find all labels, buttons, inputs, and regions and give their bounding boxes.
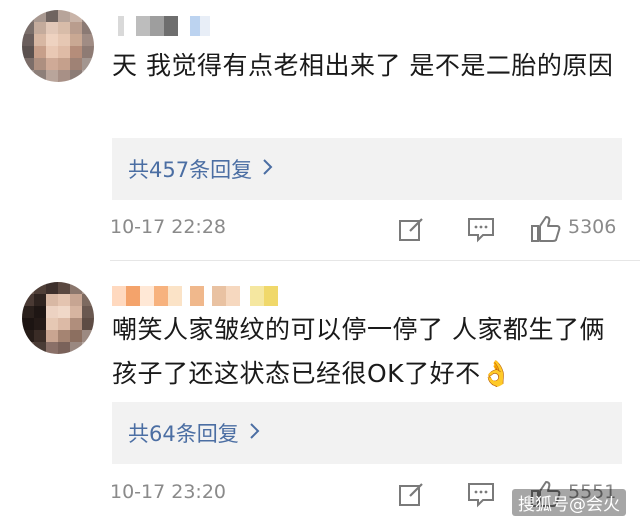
edit-icon[interactable] (396, 479, 426, 509)
view-replies-button[interactable]: 共64条回复 (112, 402, 622, 464)
username-mosaic[interactable] (112, 286, 278, 306)
avatar-mosaic (22, 282, 94, 354)
comment-meta: 10-17 22:28 5306 (110, 212, 630, 246)
comment-icon[interactable] (466, 479, 496, 509)
avatar[interactable] (22, 282, 94, 354)
comment-text: 嘲笑人家皱纹的可以停一停了 人家都生了俩孩子了还这状态已经很OK了好不👌 (112, 315, 605, 388)
comment-timestamp: 10-17 23:20 (110, 481, 227, 503)
username-mosaic[interactable] (112, 16, 210, 36)
comment-item: 天 我觉得有点老相出来了 是不是二胎的原因 共457条回复 10-17 22:2… (0, 0, 640, 258)
reply-count-label: 共64条回复 (128, 422, 239, 446)
chevron-right-icon (249, 421, 261, 446)
thumbs-up-icon[interactable] (530, 214, 561, 244)
like-count: 5306 (568, 216, 617, 238)
comment-icon[interactable] (466, 214, 496, 244)
avatar-mosaic (22, 10, 94, 82)
comment-text: 天 我觉得有点老相出来了 是不是二胎的原因 (112, 51, 614, 80)
edit-icon[interactable] (396, 214, 426, 244)
chevron-right-icon (262, 157, 274, 182)
watermark: 搜狐号@会火 (512, 489, 626, 516)
avatar[interactable] (22, 10, 94, 82)
comment-timestamp: 10-17 22:28 (110, 216, 227, 238)
comment-item: 嘲笑人家皱纹的可以停一停了 人家都生了俩孩子了还这状态已经很OK了好不👌 共64… (0, 262, 640, 524)
view-replies-button[interactable]: 共457条回复 (112, 138, 622, 200)
reply-count-label: 共457条回复 (128, 158, 253, 182)
comment-divider (110, 260, 640, 261)
